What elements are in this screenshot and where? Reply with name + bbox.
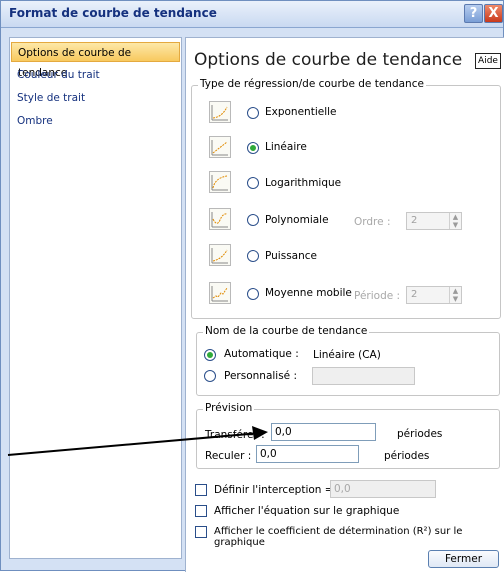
regression-group: Type de régression/de courbe de tendance <box>191 78 501 319</box>
name-group: Nom de la courbe de tendance <box>196 325 500 396</box>
sidebar-item-style[interactable]: Style de trait <box>11 88 180 108</box>
sidebar-item-ombre[interactable]: Ombre <box>11 111 180 131</box>
label-automatique: Automatique : <box>224 348 299 360</box>
radio-personnalise[interactable] <box>204 370 216 382</box>
aide-button[interactable]: Aide <box>475 53 501 69</box>
polynomial-icon <box>209 208 231 230</box>
forward-unit: périodes <box>397 428 443 440</box>
forward-field[interactable]: 0,0 <box>271 423 376 441</box>
label-polynomiale: Polynomiale <box>265 214 329 226</box>
radio-exponentielle[interactable] <box>247 107 259 119</box>
auto-name-value: Linéaire (CA) <box>313 349 381 361</box>
radio-polynomiale[interactable] <box>247 214 259 226</box>
backward-label: Reculer : <box>205 450 252 462</box>
r2-label: Afficher le coefficient de détermination… <box>214 526 463 548</box>
power-icon <box>209 244 231 266</box>
label-puissance: Puissance <box>265 250 317 262</box>
radio-moyenne-mobile[interactable] <box>247 288 259 300</box>
window-title: Format de courbe de tendance <box>9 6 217 20</box>
periode-value: 2 <box>411 289 418 300</box>
ordre-value: 2 <box>411 215 418 226</box>
label-lineaire: Linéaire <box>265 141 307 153</box>
ordre-stepper[interactable]: 2 ▲ ▼ <box>406 212 462 230</box>
title-bar[interactable]: Format de courbe de tendance ? X <box>1 1 503 28</box>
equation-label: Afficher l'équation sur le graphique <box>214 505 400 517</box>
intercept-checkbox[interactable] <box>195 484 207 496</box>
exponential-icon <box>209 101 231 123</box>
intercept-field[interactable]: 0,0 <box>330 480 436 498</box>
logarithmic-icon <box>209 171 231 193</box>
stepper-arrows-icon[interactable]: ▲ ▼ <box>449 213 461 229</box>
sidebar-item-couleur[interactable]: Couleur du trait <box>11 65 180 85</box>
backward-field[interactable]: 0,0 <box>256 445 359 463</box>
fermer-button[interactable]: Fermer <box>428 550 499 568</box>
radio-puissance[interactable] <box>247 250 259 262</box>
forecast-group-label: Prévision <box>203 402 255 414</box>
forward-label: Transférer : <box>205 429 265 441</box>
intercept-label: Définir l'interception = <box>214 484 334 496</box>
periode-stepper[interactable]: 2 ▲ ▼ <box>406 286 462 304</box>
equation-checkbox[interactable] <box>195 505 207 517</box>
label-logarithmique: Logarithmique <box>265 177 342 189</box>
name-group-label: Nom de la courbe de tendance <box>203 325 370 337</box>
regression-group-label: Type de régression/de courbe de tendance <box>198 78 426 90</box>
label-moyenne-mobile: Moyenne mobile <box>265 287 352 299</box>
help-button[interactable]: ? <box>464 4 483 23</box>
label-exponentielle: Exponentielle <box>265 106 337 118</box>
sidebar: Options de courbe de tendance Couleur du… <box>9 37 182 559</box>
sidebar-item-options[interactable]: Options de courbe de tendance <box>11 42 180 79</box>
moving-average-icon <box>209 282 231 304</box>
radio-logarithmique[interactable] <box>247 177 259 189</box>
periode-label: Période : <box>354 290 401 302</box>
r2-checkbox[interactable] <box>195 526 207 538</box>
label-personnalise: Personnalisé : <box>224 370 298 382</box>
page-title: Options de courbe de tendance <box>194 50 463 70</box>
stepper-arrows-icon[interactable]: ▲ ▼ <box>449 287 461 303</box>
close-button[interactable]: X <box>484 4 503 23</box>
radio-lineaire[interactable] <box>247 142 259 154</box>
radio-automatique[interactable] <box>204 349 216 361</box>
ordre-label: Ordre : <box>354 216 391 228</box>
backward-unit: périodes <box>384 450 430 462</box>
custom-name-field[interactable] <box>312 367 415 385</box>
linear-icon <box>209 136 231 158</box>
